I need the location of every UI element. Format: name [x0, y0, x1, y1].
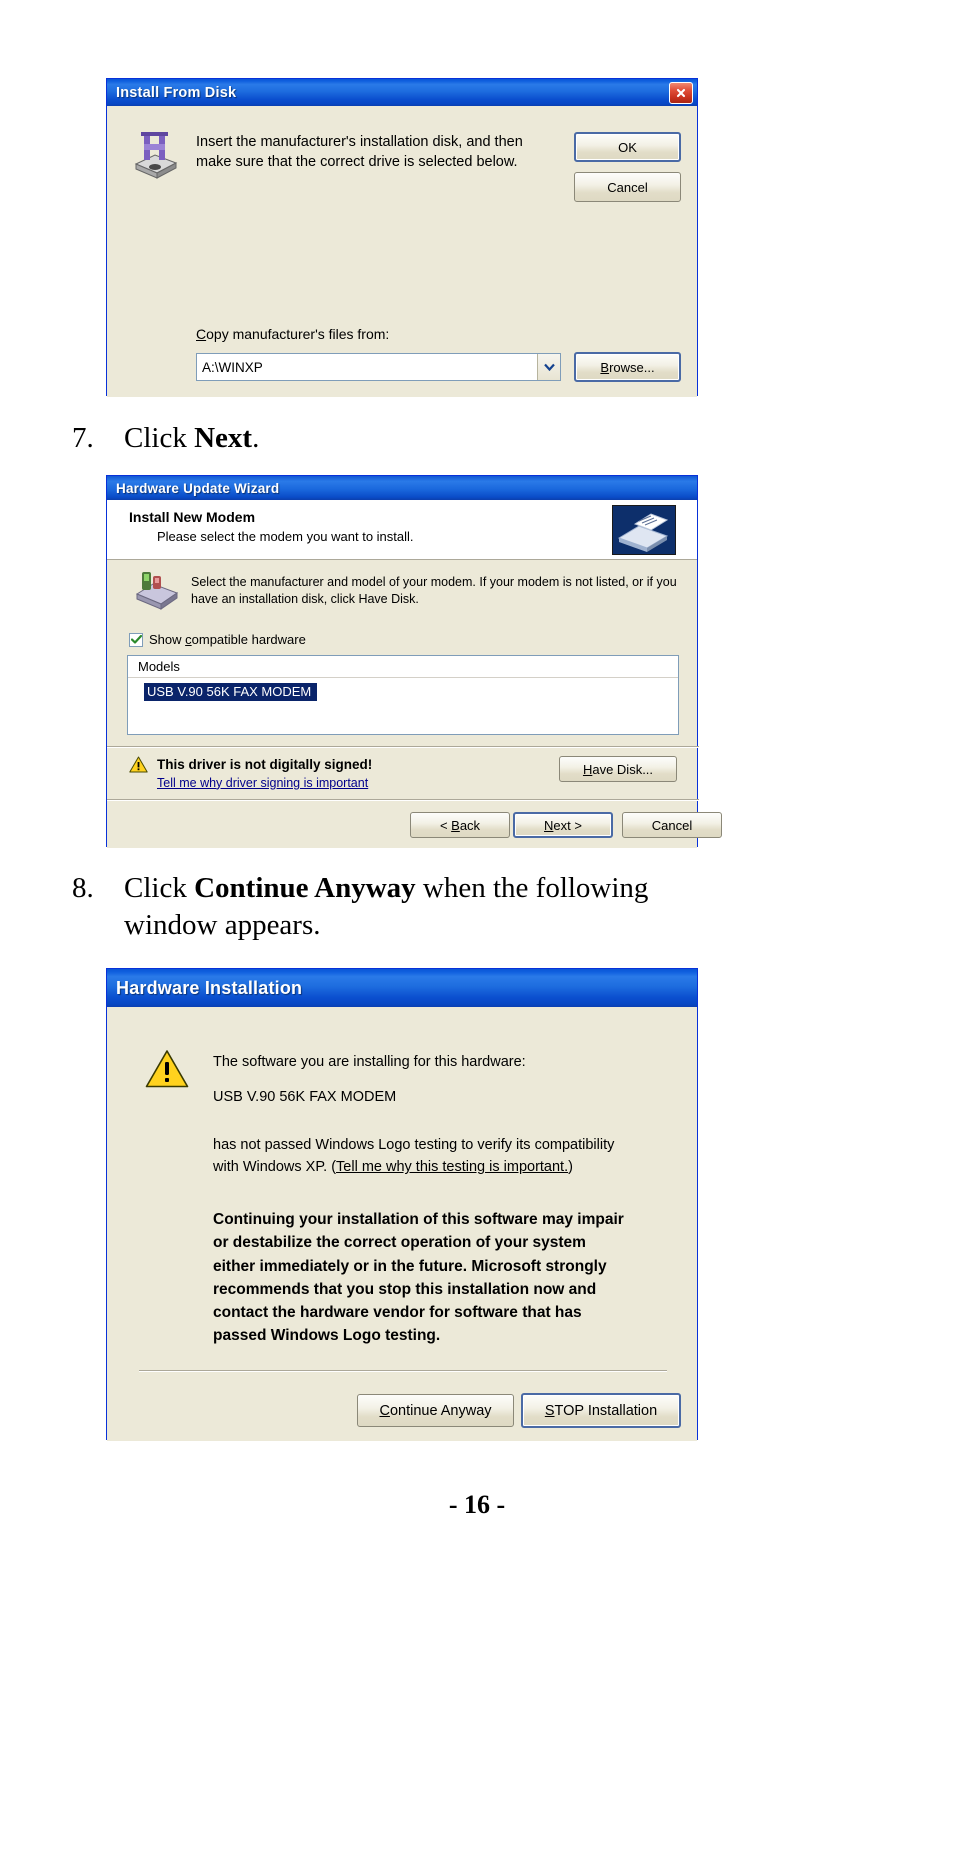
divider-highlight [107, 747, 699, 748]
testing-important-link[interactable]: Tell me why this testing is important. [336, 1159, 568, 1175]
modem-banner-icon [612, 505, 676, 555]
hardware-install-line-2: USB V.90 56K FAX MODEM [213, 1089, 397, 1105]
checkbox-label: Show compatible hardware [149, 632, 306, 647]
hardware-install-titlebar[interactable]: Hardware Installation [107, 969, 697, 1007]
have-disk-button[interactable]: Have Disk... [559, 756, 677, 782]
warning-title: This driver is not digitally signed! [157, 757, 373, 772]
driver-signing-link[interactable]: Tell me why driver signing is important [157, 776, 372, 790]
warning-line: either immediately or in the future. Mic… [213, 1257, 607, 1275]
modem-icon [133, 570, 181, 610]
warning-text-block: This driver is not digitally signed! Tel… [157, 756, 372, 790]
close-icon[interactable] [669, 82, 693, 104]
warning-line: or destabilize the correct operation of … [213, 1234, 586, 1252]
wizard-cancel-button[interactable]: Cancel [622, 812, 722, 838]
path-value: A:\WINXP [202, 359, 263, 375]
have-disk-label: Have Disk... [582, 761, 654, 777]
hardware-install-title: Hardware Installation [116, 977, 303, 998]
step-7: 7. Click Next. [72, 420, 892, 457]
divider-highlight [139, 1371, 667, 1372]
wizard-body-line-2: have an installation disk, click Have Di… [191, 592, 419, 606]
continue-anyway-button[interactable]: Continue Anyway [357, 1394, 514, 1427]
checkbox-box[interactable] [129, 632, 143, 647]
divider-bottom-highlight [107, 800, 699, 801]
chevron-down-icon[interactable] [537, 354, 560, 380]
models-list: USB V.90 56K FAX MODEM [128, 678, 678, 701]
dialog-message-line-2: make sure that the correct drive is sele… [196, 154, 518, 170]
next-button[interactable]: Next > [513, 812, 613, 838]
manual-page: Install From Disk Insert the manufacture… [0, 0, 954, 1853]
warning-line: Continuing your installation of this sof… [213, 1211, 624, 1228]
step-7-number: 7. [72, 422, 94, 454]
copy-from-label: Copy manufacturer's files from: [196, 325, 389, 343]
step-7-text: Click Next. [124, 422, 260, 454]
wizard-cancel-label: Cancel [651, 817, 693, 833]
cancel-button-label: Cancel [607, 179, 648, 195]
warning-triangle-icon [129, 756, 148, 778]
copy-from-accel: C [196, 326, 207, 342]
warning-line: contact the hardware vendor for software… [213, 1304, 582, 1321]
browse-button[interactable]: Browse... [574, 352, 681, 382]
hardware-update-wizard-dialog: Hardware Update Wizard Install New Modem… [106, 475, 722, 848]
models-column-header: Models [128, 656, 678, 678]
wizard-header-title: Install New Modem [129, 509, 256, 525]
browse-button-label: Browse... [600, 359, 655, 375]
hardware-install-line-3: has not passed Windows Logo testing to v… [213, 1137, 615, 1176]
back-label: < Back [439, 817, 481, 833]
warning-line: passed Windows Logo testing. [213, 1327, 441, 1345]
wizard-titlebar[interactable]: Hardware Update Wizard [107, 476, 697, 500]
wizard-title: Hardware Update Wizard [116, 480, 280, 496]
path-combobox[interactable]: A:\WINXP [196, 353, 561, 381]
step-8: 8. Click Continue Anyway when the follow… [72, 870, 912, 944]
show-compatible-hardware-checkbox[interactable]: Show compatible hardware [129, 632, 306, 647]
step-8-text: Click Continue Anyway when the following… [124, 872, 649, 942]
next-label: Next > [544, 817, 582, 833]
wizard-body-line-1: Select the manufacturer and model of you… [191, 575, 677, 589]
dialog-titlebar[interactable]: Install From Disk [107, 79, 697, 106]
cancel-button[interactable]: Cancel [574, 172, 681, 202]
list-item[interactable]: USB V.90 56K FAX MODEM [144, 683, 318, 701]
continue-anyway-label: Continue Anyway [379, 1402, 492, 1419]
stop-installation-label: STOP Installation [544, 1402, 658, 1419]
warning-line: recommends that you stop this installati… [213, 1280, 597, 1298]
page-number: - 16 - [448, 1490, 506, 1519]
step-8-number: 8. [72, 872, 94, 904]
copy-from-rest: opy manufacturer's files from: [206, 326, 390, 342]
install-from-disk-dialog: Install From Disk Insert the manufacture… [106, 78, 698, 397]
models-listbox[interactable]: Models USB V.90 56K FAX MODEM [127, 655, 679, 735]
floppy-disk-icon [130, 130, 180, 180]
ok-button-label: OK [618, 139, 637, 155]
dialog-message-line-1: Insert the manufacturer's installation d… [196, 134, 523, 150]
dialog-title: Install From Disk [116, 84, 237, 101]
hardware-installation-dialog: Hardware Installation The software you a… [106, 968, 698, 1441]
hardware-install-warning-block: Continuing your installation of this sof… [213, 1208, 624, 1348]
stop-installation-button[interactable]: STOP Installation [521, 1393, 681, 1428]
ok-button[interactable]: OK [574, 132, 681, 162]
wizard-header-subtitle: Please select the modem you want to inst… [157, 529, 414, 544]
back-button[interactable]: < Back [410, 812, 510, 838]
hardware-install-line-1: The software you are installing for this… [213, 1054, 526, 1070]
driver-signing-warning: This driver is not digitally signed! Tel… [129, 756, 372, 790]
warning-triangle-icon [145, 1049, 189, 1089]
